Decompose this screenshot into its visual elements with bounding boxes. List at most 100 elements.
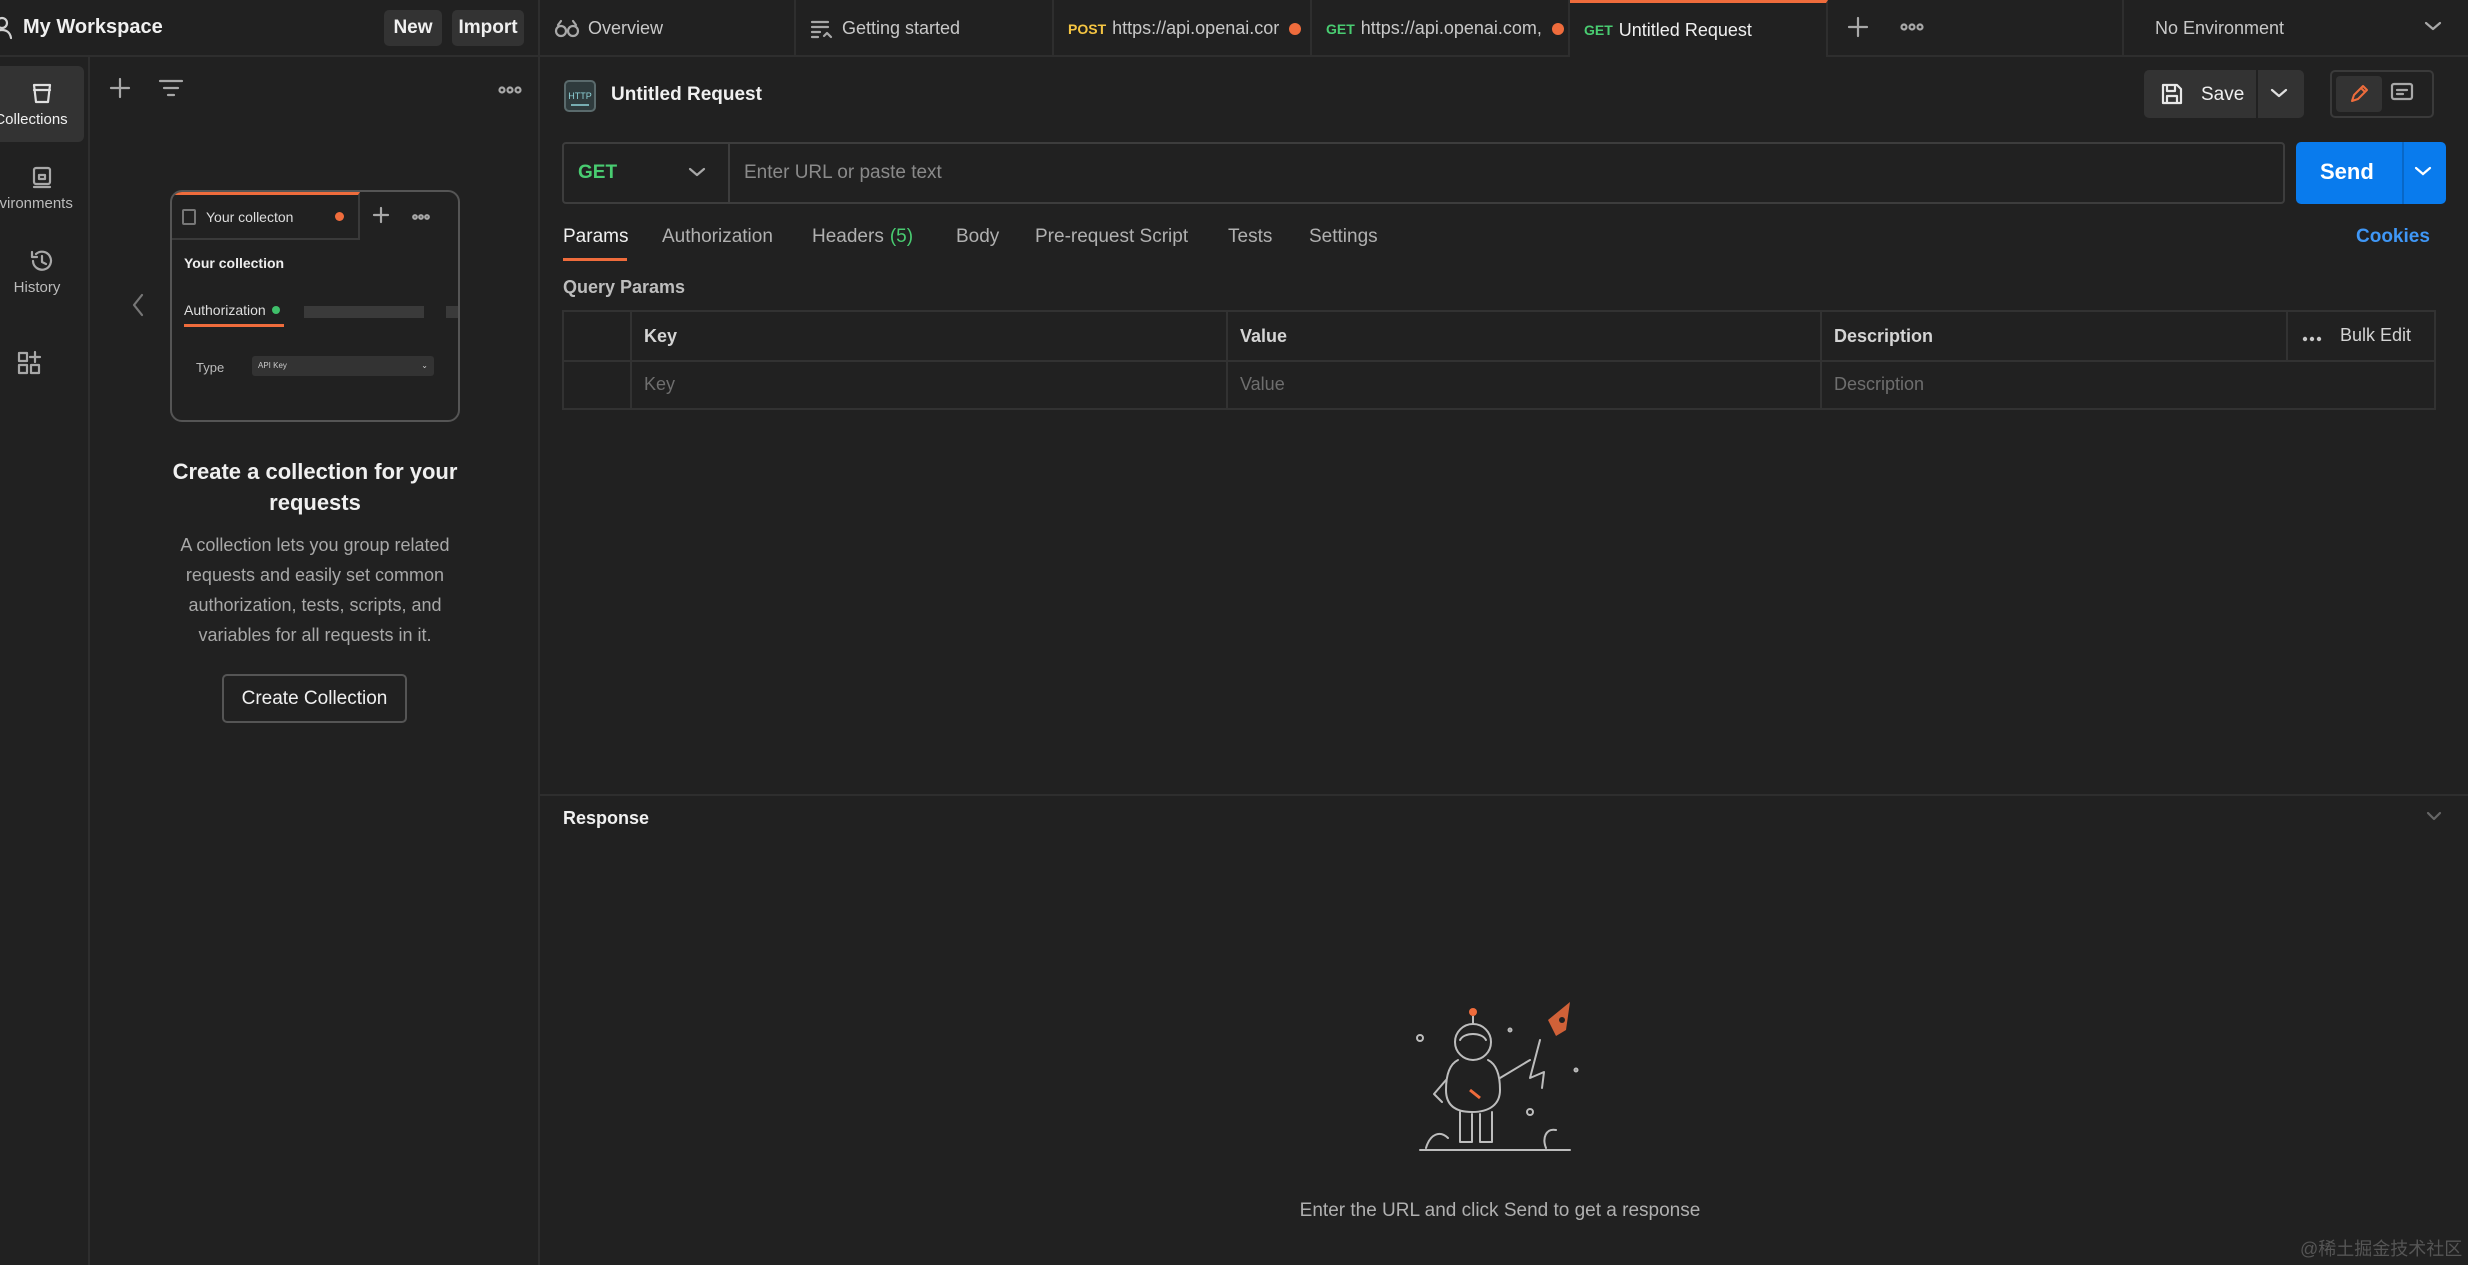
chevron-down-icon: ⌄ xyxy=(421,361,428,370)
empty-state-description: A collection lets you group related requ… xyxy=(180,535,450,645)
column-header-value: Value xyxy=(1240,326,1288,346)
response-empty-hint: Enter the URL and click Send to get a re… xyxy=(1299,1200,1701,1221)
save-options-chevron-icon[interactable] xyxy=(2270,87,2288,99)
astronaut-rocket-illustration xyxy=(1390,1000,1610,1180)
tab-get-request[interactable]: GET https://api.openai.com, xyxy=(1312,0,1570,57)
comment-icon[interactable] xyxy=(2390,82,2414,104)
response-divider[interactable] xyxy=(540,794,2468,796)
tab-post-request[interactable]: POST https://api.openai.cor xyxy=(1054,0,1312,57)
new-button[interactable]: New xyxy=(384,10,442,46)
method-badge: POST xyxy=(1068,20,1107,37)
placeholder-bar xyxy=(446,306,458,318)
history-icon xyxy=(30,250,53,271)
filter-icon[interactable] xyxy=(158,78,184,98)
user-icon xyxy=(0,16,12,40)
search-collections-input[interactable] xyxy=(190,72,486,108)
param-key-input[interactable]: Key xyxy=(644,374,675,395)
tab-label: https://api.openai.com, xyxy=(1360,18,1542,38)
send-button[interactable]: Send xyxy=(2320,159,2374,185)
add-collection-plus-icon[interactable] xyxy=(108,76,132,100)
new-tab-plus-icon[interactable] xyxy=(1846,15,1870,39)
trash-can-collections-icon xyxy=(32,83,52,103)
tab-tests[interactable]: Tests xyxy=(1228,226,1272,248)
save-button-group: Save xyxy=(2144,70,2304,118)
sidebar-item-label: Environments xyxy=(0,194,73,212)
import-button[interactable]: Import xyxy=(452,10,524,46)
illustration-type-label: Type xyxy=(196,360,225,375)
http-request-icon: HTTP xyxy=(562,78,598,114)
bulk-edit-button[interactable]: Bulk Edit xyxy=(2340,325,2411,346)
unsaved-dot xyxy=(1289,22,1302,35)
column-divider xyxy=(2286,312,2288,360)
workspace-name[interactable]: My Workspace xyxy=(23,16,163,39)
create-collection-button[interactable]: Create Collection xyxy=(222,674,407,723)
tab-params[interactable]: Params xyxy=(563,226,628,248)
send-button-group: Send xyxy=(2296,142,2446,204)
tab-untitled-request[interactable]: GET Untitled Request xyxy=(1570,0,1828,57)
illustration-title: Your collection xyxy=(184,255,285,271)
sidebar-item-label: Collections xyxy=(0,110,68,128)
document-icon xyxy=(810,20,833,38)
divider xyxy=(728,144,730,202)
collection-icon xyxy=(182,208,196,225)
tab-getting-started[interactable]: Getting started xyxy=(796,0,1054,57)
sidebar-item-collections[interactable]: Collections xyxy=(0,66,84,142)
send-options-chevron-icon[interactable] xyxy=(2414,165,2432,177)
url-input[interactable] xyxy=(744,156,2244,190)
method-badge: GET xyxy=(1326,20,1355,37)
tab-settings[interactable]: Settings xyxy=(1309,226,1378,248)
empty-state-heading: Create a collection for your requests xyxy=(172,459,458,515)
tab-authorization[interactable]: Authorization xyxy=(662,226,773,248)
tab-pre-request-script[interactable]: Pre-request Script xyxy=(1035,226,1188,248)
tab-body[interactable]: Body xyxy=(956,226,999,248)
watermark: @稀土掘金技术社区 xyxy=(2300,1239,2463,1259)
column-header-description: Description xyxy=(1834,326,1934,346)
active-tab-underline xyxy=(563,258,627,261)
environment-selector[interactable]: No Environment xyxy=(2155,18,2284,39)
method-select[interactable]: GET xyxy=(578,162,617,184)
illustration-auth-label: Authorization xyxy=(184,302,266,318)
add-apps-icon[interactable] xyxy=(16,350,42,376)
illustration-auth-tab: Authorization xyxy=(184,302,280,318)
response-heading: Response xyxy=(563,808,650,828)
tab-headers-label: Headers xyxy=(812,226,884,247)
cookies-link[interactable]: Cookies xyxy=(2356,226,2430,248)
save-icon xyxy=(2160,82,2184,106)
edit-mode-button[interactable] xyxy=(2336,76,2382,112)
method-badge: GET xyxy=(1584,22,1613,38)
query-params-heading: Query Params xyxy=(563,277,686,297)
tab-label: Untitled Request xyxy=(1618,19,1752,40)
environment-icon xyxy=(32,166,52,188)
save-button[interactable]: Save xyxy=(2201,84,2244,106)
sidebar-item-history[interactable]: History xyxy=(0,234,84,310)
request-title[interactable]: Untitled Request xyxy=(611,84,762,106)
chevron-down-icon[interactable] xyxy=(688,166,706,178)
top-bar: My Workspace New Import Overview Getting… xyxy=(0,0,2468,57)
table-more-icon[interactable] xyxy=(2302,336,2322,342)
status-dot xyxy=(271,306,280,314)
more-icon xyxy=(412,214,430,220)
svg-text:HTTP: HTTP xyxy=(568,91,592,101)
param-description-input[interactable]: Description xyxy=(1834,374,1924,395)
param-value-input[interactable]: Value xyxy=(1240,374,1285,395)
tab-label: Getting started xyxy=(842,18,961,38)
pencil-icon xyxy=(2351,85,2368,102)
row-divider xyxy=(564,360,2434,362)
chevron-left-icon[interactable] xyxy=(130,292,146,318)
sidebar-item-environments[interactable]: Environments xyxy=(0,150,84,226)
chevron-down-icon[interactable] xyxy=(2424,20,2442,32)
headers-count-badge: (5) xyxy=(889,226,914,247)
tab-headers[interactable]: Headers (5) xyxy=(812,226,913,248)
tab-label: Overview xyxy=(588,18,664,38)
active-underline xyxy=(184,324,284,327)
more-options-icon[interactable] xyxy=(498,85,522,95)
collection-illustration: Your collecton Your collection Authoriza… xyxy=(170,190,460,422)
illustration-type-select: API Key ⌄ xyxy=(252,356,434,376)
collapse-chevron-icon[interactable] xyxy=(2426,811,2442,821)
tabs-more-icon[interactable] xyxy=(1900,22,1924,32)
unsaved-dot xyxy=(335,212,344,221)
divider xyxy=(538,0,540,1265)
placeholder-bar xyxy=(304,306,424,318)
tab-overview[interactable]: Overview xyxy=(540,0,796,57)
tab-label: https://api.openai.cor xyxy=(1112,18,1280,38)
